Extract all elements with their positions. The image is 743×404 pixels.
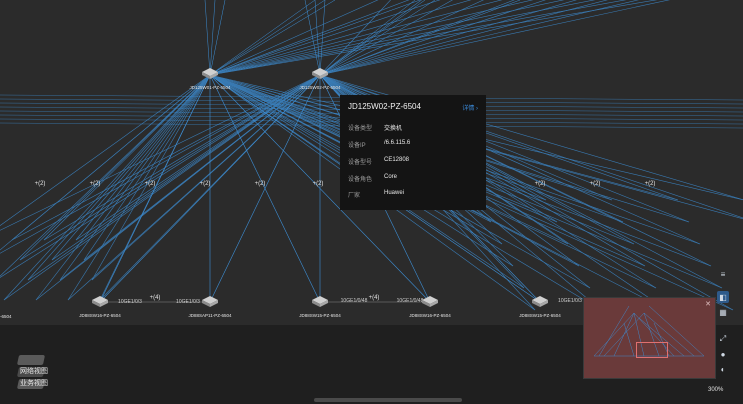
port-label: 10GE1/0/3 bbox=[176, 299, 200, 305]
zoom-in-icon[interactable]: ● bbox=[717, 348, 729, 360]
port-label: 10GE1/0/3 bbox=[558, 298, 582, 304]
access-switch-label: JD88SAP11-PZ-6504 bbox=[189, 313, 232, 318]
minimap-viewport[interactable] bbox=[636, 342, 668, 358]
link-count-label: +(2) bbox=[200, 181, 211, 187]
link-count-label: +(2) bbox=[535, 181, 546, 187]
link-count-label: +(2) bbox=[645, 181, 656, 187]
port-label: 10GE1/0/3 bbox=[118, 299, 142, 305]
fullscreen-icon[interactable]: ⤢ bbox=[717, 333, 729, 345]
tooltip-value: CE12808 bbox=[384, 157, 410, 163]
tooltip-value: /6.6.115.6 bbox=[384, 140, 411, 146]
tooltip-key: 设备型号 bbox=[348, 160, 373, 166]
tooltip-row-vendor: 厂家 Huawei bbox=[348, 190, 478, 202]
minimap-graph bbox=[593, 305, 705, 357]
link bbox=[209, 0, 421, 76]
tooltip-key: 厂家 bbox=[348, 193, 361, 199]
link-count-label: +(2) bbox=[145, 181, 156, 187]
access-switch-label: JD88SW15-PZ-6504 bbox=[299, 313, 341, 318]
tooltip-key: 设备类型 bbox=[348, 126, 373, 132]
edge-node-label: -6504 bbox=[0, 314, 12, 319]
tooltip-row-model: 设备型号 CE12808 bbox=[348, 157, 478, 169]
fit-view-icon[interactable]: ◧ bbox=[717, 291, 729, 303]
minimap-close-icon[interactable]: ✕ bbox=[705, 300, 711, 308]
minimap[interactable]: ✕ bbox=[583, 297, 716, 379]
grid-icon[interactable]: ▦ bbox=[717, 306, 729, 318]
pair-count-label: +(4) bbox=[150, 295, 161, 301]
pair-count-label: +(4) bbox=[369, 295, 380, 301]
link-count-label: +(2) bbox=[35, 181, 46, 187]
link-count-label: +(2) bbox=[255, 181, 266, 187]
access-switch-label: JD88SW15-PZ-6504 bbox=[519, 313, 561, 318]
tooltip-detail-link[interactable]: 详情 › bbox=[462, 103, 478, 112]
tooltip-value: Huawei bbox=[384, 190, 405, 196]
link bbox=[319, 0, 521, 76]
access-switch-label: JD88SW16-PZ-6504 bbox=[409, 313, 451, 318]
tooltip-title: JD125W02-PZ-6504 bbox=[348, 102, 421, 111]
tooltip-value: 交换机 bbox=[384, 126, 403, 132]
device-tooltip: JD125W02-PZ-6504 详情 › 设备类型 交换机 设备IP /6.6… bbox=[340, 95, 486, 210]
core-switch-label: JD125W02-PZ-6504 bbox=[299, 85, 341, 90]
port-label: 10GE1/0/48 bbox=[341, 298, 368, 304]
tooltip-row-ip: 设备IP /6.6.115.6 bbox=[348, 140, 478, 152]
port-label: 10GE1/0/48 bbox=[397, 298, 424, 304]
core-switch-label: JD125W01-PZ-6504 bbox=[189, 85, 231, 90]
link-count-label: +(2) bbox=[313, 181, 324, 187]
layer-business-label[interactable]: 业务视图 bbox=[14, 378, 54, 388]
access-switch-label: JD88SW16-PZ-6504 bbox=[79, 313, 121, 318]
link-count-label: +(2) bbox=[90, 181, 101, 187]
horizontal-scrollbar[interactable] bbox=[314, 398, 462, 402]
tooltip-value: Core bbox=[384, 174, 398, 180]
tooltip-row-type: 设备类型 交换机 bbox=[348, 123, 478, 135]
tooltip-row-role: 设备角色 Core bbox=[348, 174, 478, 186]
zoom-level: 300% bbox=[708, 387, 724, 393]
tooltip-key: 设备IP bbox=[348, 143, 366, 149]
layers-icon[interactable]: ≡ bbox=[717, 268, 729, 280]
zoom-out-icon[interactable]: ◐ bbox=[717, 363, 729, 375]
tooltip-key: 设备角色 bbox=[348, 177, 373, 183]
link-count-label: +(2) bbox=[590, 181, 601, 187]
link bbox=[204, 0, 211, 76]
layer-network-label[interactable]: 网络视图 bbox=[14, 366, 54, 376]
